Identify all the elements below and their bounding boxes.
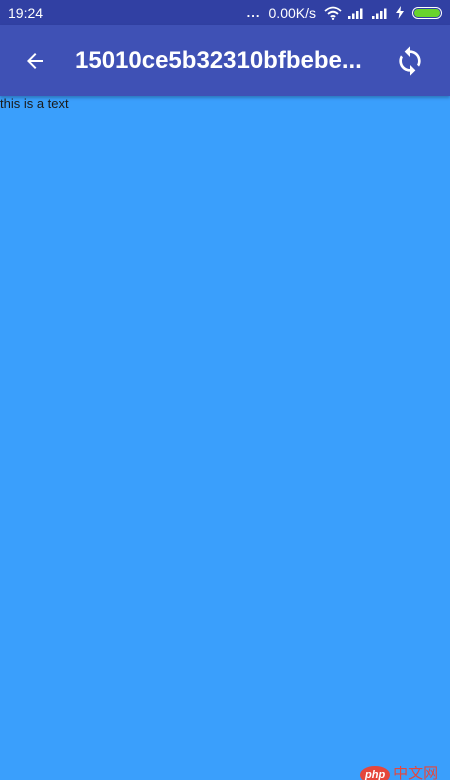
status-time: 19:24	[8, 4, 44, 21]
watermark-logo: php	[360, 766, 391, 780]
refresh-icon	[399, 45, 421, 76]
more-dots: ...	[246, 5, 261, 20]
status-icons: ... 0.00K/s	[247, 5, 442, 21]
arrow-left-icon	[27, 52, 43, 69]
watermark-text: 中文网	[393, 766, 439, 780]
battery-icon	[412, 6, 442, 19]
network-speed: 0.00K/s	[268, 4, 316, 21]
page-title: 15010ce5b32310bfbebe...	[75, 46, 362, 74]
signal-icon	[348, 8, 363, 19]
back-button[interactable]	[11, 37, 59, 85]
content-area: this is a text	[0, 96, 450, 780]
content-text: this is a text	[0, 96, 69, 111]
refresh-button[interactable]	[386, 37, 434, 85]
status-bar: 19:24 ... 0.00K/s	[0, 0, 450, 25]
app-bar: 15010ce5b32310bfbebe...	[0, 25, 450, 96]
watermark: php 中文网	[360, 766, 438, 780]
charging-icon	[396, 6, 404, 19]
wifi-icon	[324, 6, 342, 20]
signal-icon-2	[372, 8, 387, 19]
battery-fill	[414, 8, 440, 17]
